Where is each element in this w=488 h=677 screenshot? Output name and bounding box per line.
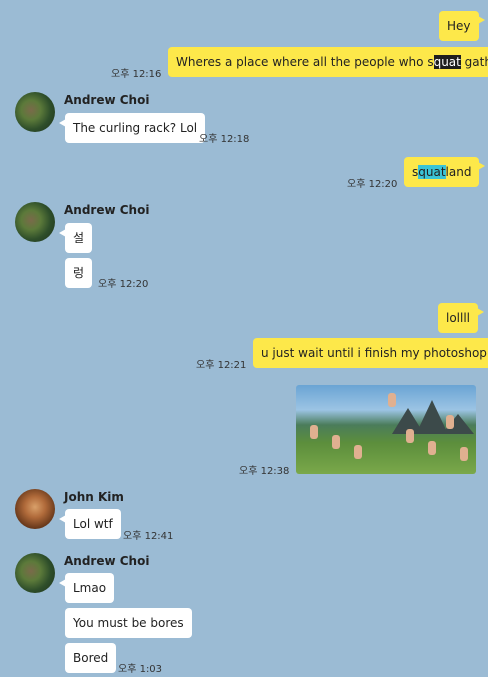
message-text: Lmao (73, 581, 107, 595)
message-text: 렁 (73, 266, 85, 280)
sender-name: Andrew Choi (64, 93, 150, 107)
message-text: gather (464, 55, 488, 69)
image-attachment[interactable] (296, 385, 476, 474)
message-text: You must be bores (73, 616, 184, 630)
image-detail (406, 429, 414, 443)
message-timestamp: 오후 12:16 (111, 69, 162, 80)
message-bubble-theirs[interactable]: You must be bores (65, 608, 192, 638)
message-timestamp: 오후 12:38 (239, 466, 290, 477)
image-detail (428, 441, 436, 455)
message-bubble-theirs[interactable]: Lol wtf (59, 509, 121, 539)
message-bubble-theirs[interactable]: 렁 (65, 258, 93, 288)
message-bubble-theirs[interactable]: Lmao (58, 573, 115, 603)
image-detail (388, 393, 396, 407)
message-timestamp: 오후 12:18 (199, 134, 250, 145)
avatar[interactable] (15, 202, 55, 242)
image-detail (332, 435, 340, 449)
message-timestamp: 오후 12:41 (123, 531, 174, 542)
sender-name: Andrew Choi (64, 554, 150, 568)
message-bubble-theirs[interactable]: 설 (58, 223, 93, 253)
avatar[interactable] (15, 553, 55, 593)
message-text: lollll (446, 311, 471, 325)
message-bubble-mine[interactable]: lollll (438, 303, 485, 333)
message-timestamp: 오후 12:20 (347, 179, 398, 190)
message-text: u just wait until i finish my photoshop (261, 346, 487, 360)
message-bubble-mine[interactable]: Wheres a place where all the people who … (168, 47, 488, 77)
message-bubble-mine[interactable]: squatland (404, 157, 486, 187)
message-timestamp: 오후 12:21 (196, 360, 247, 371)
message-bubble-mine[interactable]: u just wait until i finish my photoshop (253, 338, 488, 368)
avatar[interactable] (15, 92, 55, 132)
avatar[interactable] (15, 489, 55, 529)
message-text: land (445, 165, 472, 179)
message-text: Lol wtf (73, 517, 113, 531)
message-timestamp: 오후 12:20 (98, 279, 149, 290)
image-detail (354, 445, 362, 459)
message-bubble-mine[interactable]: Hey (439, 11, 484, 41)
image-detail (446, 415, 454, 429)
sender-name: Andrew Choi (64, 203, 150, 217)
sender-name: John Kim (64, 490, 124, 504)
search-highlight: quat (433, 55, 461, 69)
image-detail (460, 447, 468, 461)
image-detail (310, 425, 318, 439)
message-timestamp: 오후 1:03 (118, 664, 163, 675)
message-text: Bored (73, 651, 109, 665)
search-highlight: quat (418, 165, 446, 179)
message-text: 설 (73, 231, 85, 245)
message-text: Wheres a place where all the people who … (176, 55, 434, 69)
message-text: Hey (447, 19, 471, 33)
message-bubble-theirs[interactable]: Bored (65, 643, 117, 673)
message-bubble-theirs[interactable]: The curling rack? Lol (58, 113, 206, 143)
message-text: The curling rack? Lol (73, 121, 198, 135)
